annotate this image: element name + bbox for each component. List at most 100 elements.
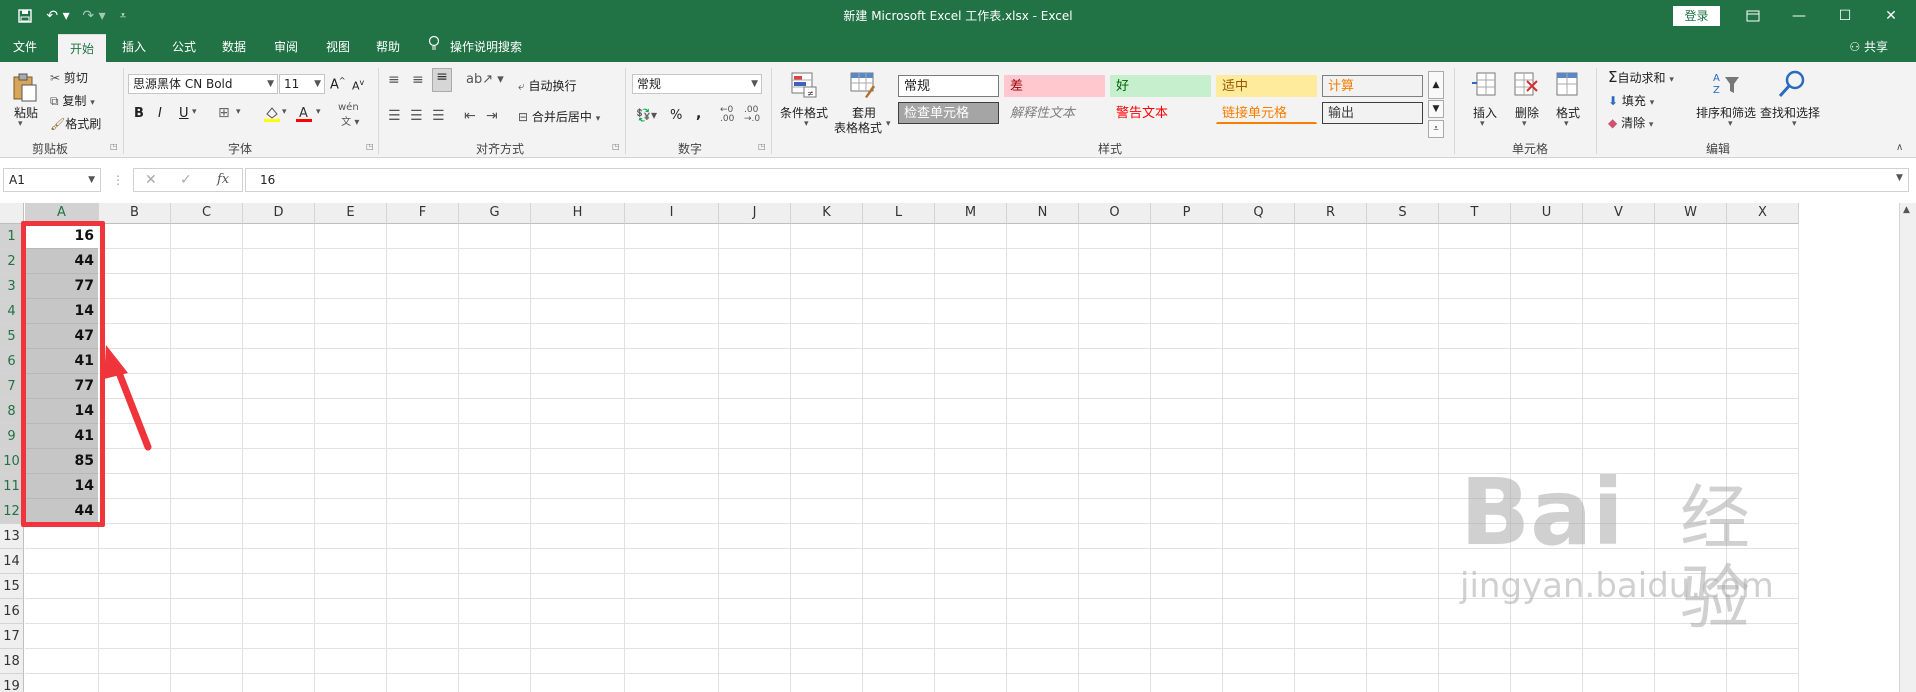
cell[interactable] [315, 474, 387, 499]
tab-formulas[interactable]: 公式 [162, 32, 206, 62]
row-header[interactable]: 14 [0, 549, 24, 574]
cell[interactable] [1295, 649, 1367, 674]
cell-style-item[interactable]: 解释性文本 [1004, 102, 1105, 124]
cell[interactable] [1151, 649, 1223, 674]
cell[interactable] [99, 274, 171, 299]
cell[interactable] [935, 474, 1007, 499]
cell[interactable] [387, 374, 459, 399]
cell[interactable] [1295, 574, 1367, 599]
ribbon-display-options-icon[interactable] [1730, 0, 1776, 32]
insert-function-icon[interactable]: fx [217, 172, 229, 187]
cell[interactable] [243, 474, 315, 499]
close-icon[interactable]: ✕ [1868, 0, 1914, 32]
cell[interactable] [1295, 349, 1367, 374]
cell[interactable] [531, 349, 625, 374]
cell-style-item[interactable]: 常规 [898, 75, 999, 97]
column-header[interactable]: N [1007, 203, 1079, 224]
cell[interactable] [1295, 449, 1367, 474]
cell[interactable] [1367, 474, 1439, 499]
cell[interactable] [1007, 524, 1079, 549]
cell[interactable] [387, 524, 459, 549]
row-header[interactable]: 16 [0, 599, 24, 624]
cell[interactable] [99, 224, 171, 249]
cell[interactable] [459, 299, 531, 324]
cell[interactable] [719, 449, 791, 474]
cell[interactable] [387, 399, 459, 424]
cell[interactable] [1151, 399, 1223, 424]
cell[interactable] [719, 224, 791, 249]
cell[interactable] [1367, 224, 1439, 249]
cell[interactable] [1007, 499, 1079, 524]
cell[interactable] [459, 599, 531, 624]
cell[interactable] [1007, 674, 1079, 692]
cell[interactable] [625, 399, 719, 424]
cell[interactable] [99, 549, 171, 574]
cell[interactable] [243, 224, 315, 249]
cell[interactable] [1079, 499, 1151, 524]
cell[interactable] [99, 524, 171, 549]
cell[interactable] [171, 674, 243, 692]
cell[interactable] [625, 474, 719, 499]
cell[interactable] [387, 274, 459, 299]
cell[interactable] [387, 624, 459, 649]
cell[interactable] [315, 449, 387, 474]
cell[interactable] [1583, 649, 1655, 674]
cell[interactable] [25, 549, 99, 574]
cell[interactable] [459, 249, 531, 274]
cell[interactable] [935, 274, 1007, 299]
column-header[interactable]: K [791, 203, 863, 224]
fill-color-dropdown-icon[interactable]: ▾ [282, 107, 287, 117]
cell[interactable] [99, 249, 171, 274]
cell[interactable] [315, 424, 387, 449]
cell[interactable] [1367, 399, 1439, 424]
enter-icon[interactable]: ✓ [180, 172, 192, 188]
cell[interactable] [531, 624, 625, 649]
delete-cells-button[interactable]: 删除 [1515, 104, 1539, 121]
cell[interactable] [1079, 474, 1151, 499]
cell[interactable] [387, 449, 459, 474]
increase-indent-icon[interactable]: ⇥ [486, 108, 498, 124]
cell[interactable] [99, 674, 171, 692]
cell[interactable] [315, 249, 387, 274]
cell[interactable] [935, 224, 1007, 249]
find-dropdown-icon[interactable]: ▾ [1792, 119, 1797, 129]
cell[interactable] [1295, 399, 1367, 424]
decrease-indent-icon[interactable]: ⇤ [464, 108, 476, 124]
cell[interactable] [1151, 499, 1223, 524]
cell[interactable] [1007, 449, 1079, 474]
cell[interactable] [243, 374, 315, 399]
cell[interactable] [243, 299, 315, 324]
cell[interactable] [1223, 674, 1295, 692]
cell[interactable] [791, 449, 863, 474]
font-launcher-icon[interactable]: ◳ [366, 142, 374, 151]
cell[interactable] [243, 674, 315, 692]
underline-dropdown-icon[interactable]: ▾ [192, 107, 197, 117]
cell[interactable] [1223, 549, 1295, 574]
cell[interactable] [935, 524, 1007, 549]
cell[interactable] [459, 224, 531, 249]
cell[interactable] [171, 299, 243, 324]
cell[interactable] [1367, 674, 1439, 692]
cell[interactable] [243, 324, 315, 349]
cell[interactable] [459, 349, 531, 374]
cell[interactable] [1151, 674, 1223, 692]
table-format-label-2[interactable]: 表格格式 [834, 119, 882, 136]
cell[interactable] [625, 249, 719, 274]
italic-button[interactable]: I [158, 106, 162, 121]
copy-button[interactable]: ⧉ 复制 ▾ [50, 92, 95, 109]
tab-home[interactable]: 开始 [58, 34, 106, 62]
cell[interactable] [625, 349, 719, 374]
cell[interactable] [791, 349, 863, 374]
wrap-text-button[interactable]: ⤶ 自动换行 [518, 77, 577, 94]
cell[interactable] [1151, 374, 1223, 399]
cell[interactable] [1511, 274, 1583, 299]
cell[interactable] [243, 549, 315, 574]
cell[interactable] [1079, 224, 1151, 249]
tab-insert[interactable]: 插入 [112, 32, 156, 62]
cell[interactable] [935, 449, 1007, 474]
cell[interactable] [791, 599, 863, 624]
fill-button[interactable]: ⬇ 填充 ▾ [1608, 92, 1654, 109]
cell[interactable] [791, 574, 863, 599]
tab-help[interactable]: 帮助 [366, 32, 410, 62]
cell[interactable] [387, 674, 459, 692]
